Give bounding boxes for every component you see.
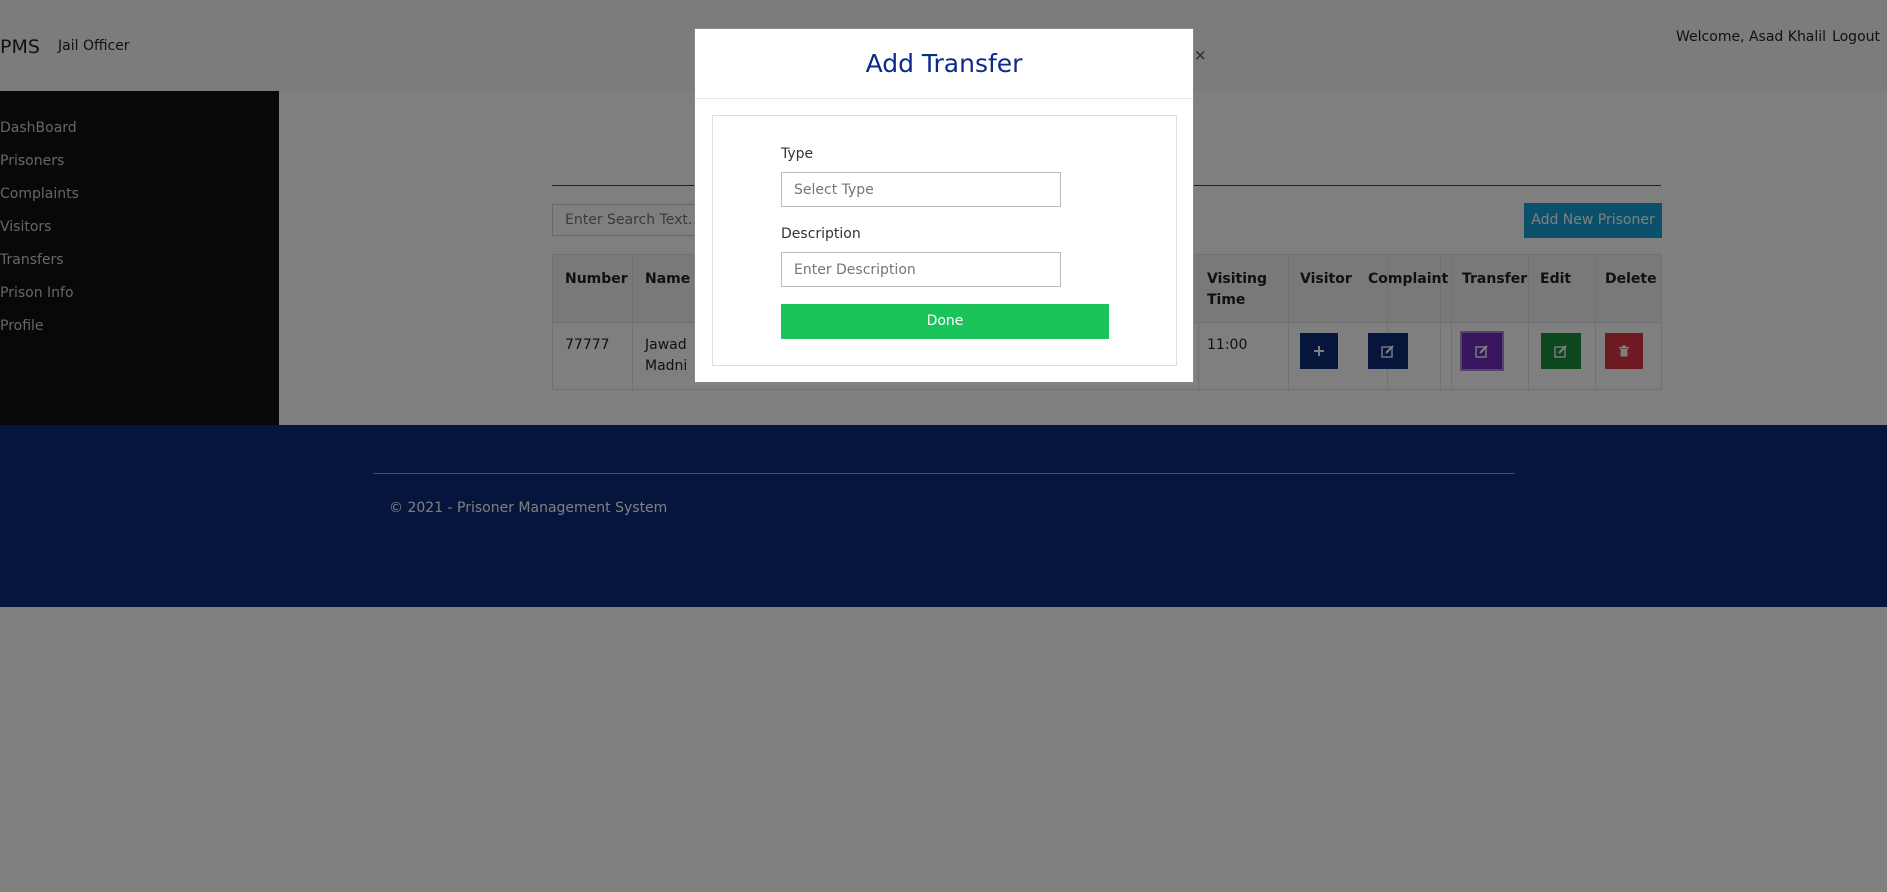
close-icon[interactable]: × [1194, 48, 1207, 63]
type-select[interactable] [781, 172, 1061, 207]
type-label: Type [781, 146, 814, 162]
modal-title: Add Transfer [865, 49, 1023, 78]
transfer-form: Type Description Done [712, 115, 1177, 366]
add-transfer-modal: Add Transfer Type Description Done [694, 28, 1194, 383]
description-label: Description [781, 226, 861, 242]
modal-header-divider [695, 98, 1193, 99]
description-input[interactable] [781, 252, 1061, 287]
done-button[interactable]: Done [781, 304, 1109, 339]
